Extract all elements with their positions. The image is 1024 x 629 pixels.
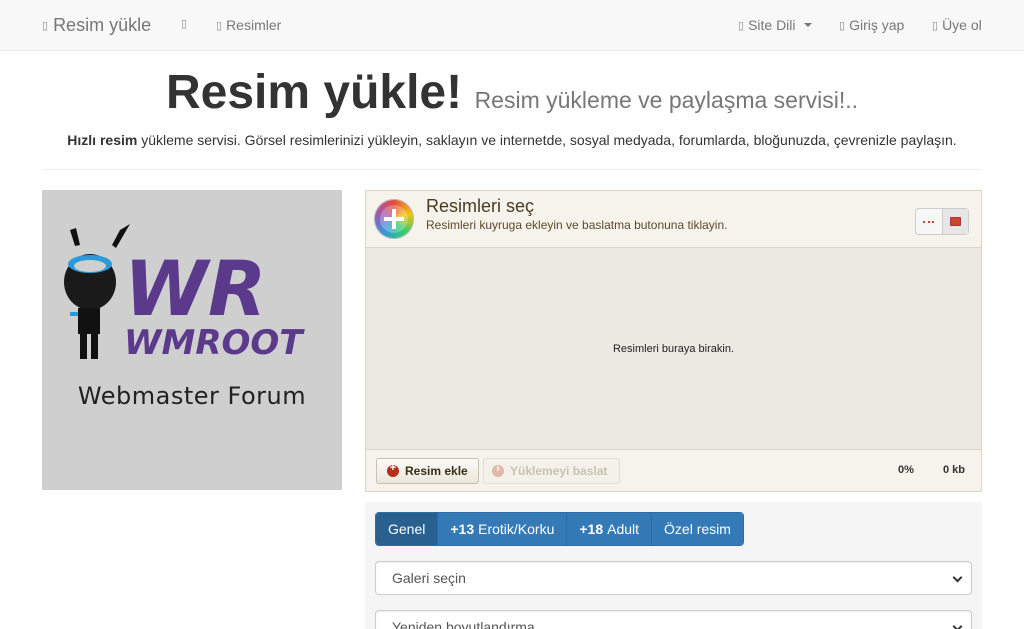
category-adult-button[interactable]: +18 Adult (566, 513, 652, 545)
login-link[interactable]: ▯ Giriş yap (839, 17, 904, 33)
upload-size: 0 kb (943, 464, 966, 476)
category-erotic-horror-label: Erotik/Korku (478, 521, 555, 537)
add-image-button[interactable]: Resim ekle (376, 458, 479, 484)
divider (42, 169, 982, 170)
list-icon (923, 220, 935, 223)
chevron-down-icon (952, 572, 963, 583)
add-images-icon[interactable] (374, 199, 414, 239)
upload-progress: 0% (898, 464, 914, 476)
globe-icon: ▯ (738, 19, 745, 32)
picture-icon: ▯ (42, 20, 49, 32)
site-logo-banner: WR WMROOT Webmaster Forum (42, 190, 342, 490)
logo-letters-bottom: WMROOT (124, 323, 305, 363)
chevron-down-icon (952, 621, 963, 629)
resize-select[interactable]: Yeniden boyutlandırma (375, 610, 972, 629)
user-icon: ▯ (932, 19, 939, 32)
site-language-dropdown[interactable]: ▯ Site Dili (738, 17, 812, 33)
gallery-select-value: Galeri seçin (392, 570, 466, 586)
category-button-group: Genel +13 Erotik/Korku +18 Adult Özel re… (375, 512, 744, 546)
gallery-select[interactable]: Galeri seçin (375, 561, 972, 595)
drop-zone[interactable]: Resimleri buraya birakin. (366, 248, 981, 449)
brand-label: Resim yükle (53, 15, 152, 35)
tagline: Hızlı resim yükleme servisi. Görsel resi… (0, 132, 1024, 148)
logo-caption: Webmaster Forum (77, 382, 307, 410)
category-age-badge: +18 (579, 521, 604, 537)
category-private-label: Özel resim (664, 521, 731, 537)
tagline-bold: Hızlı resim (67, 132, 138, 148)
login-label: Giriş yap (849, 17, 905, 33)
upload-header: Resimleri seç Resimleri kuyruga ekleyin … (366, 191, 981, 248)
category-general-label: Genel (388, 521, 426, 537)
register-label: Üye ol (942, 17, 982, 33)
upload-title: Resimleri seç (426, 196, 535, 216)
start-upload-button[interactable]: Yüklemeyi baslat (483, 458, 621, 484)
site-language-label: Site Dili (748, 17, 796, 33)
top-navbar: ▯ Resim yükle ▯ ▯ Resimler ▯ Site Dili ▯… (0, 0, 1024, 51)
image-icon (949, 217, 961, 226)
view-toggle (915, 208, 969, 235)
upload-footer: Resim ekle Yüklemeyi baslat 0% 0 kb (366, 449, 981, 491)
category-private-button[interactable]: Özel resim (651, 513, 743, 545)
logo-letters-top: WR (124, 244, 266, 333)
nav-images-label: Resimler (226, 17, 282, 33)
upload-options-panel: Genel +13 Erotik/Korku +18 Adult Özel re… (365, 502, 982, 629)
nav-images-link[interactable]: ▯ Resimler (216, 17, 281, 33)
brand-link[interactable]: ▯ Resim yükle (42, 15, 151, 36)
resize-select-value: Yeniden boyutlandırma (392, 619, 535, 629)
missing-glyph-icon: ▯ (181, 18, 188, 30)
images-icon: ▯ (216, 19, 223, 32)
upload-subtitle: Resimleri kuyruga ekleyin ve baslatma bu… (426, 218, 728, 232)
add-image-label: Resim ekle (405, 464, 468, 478)
start-upload-label: Yüklemeyi baslat (510, 464, 608, 478)
category-erotic-horror-button[interactable]: +13 Erotik/Korku (437, 513, 567, 545)
thumbnail-view-button[interactable] (941, 209, 968, 234)
category-age-badge: +13 (450, 521, 475, 537)
plus-circle-icon (387, 462, 399, 477)
tagline-text: yükleme servisi. Görsel resimlerinizi yü… (137, 132, 957, 148)
nav-icon-link[interactable]: ▯ (181, 17, 187, 30)
caret-down-icon (803, 23, 812, 27)
arrow-circle-icon (492, 461, 504, 477)
category-general-button[interactable]: Genel (376, 513, 438, 545)
list-view-button[interactable] (916, 209, 942, 234)
page-subtitle: Resim yükleme ve paylaşma servisi!.. (474, 87, 859, 113)
register-link[interactable]: ▯ Üye ol (932, 17, 982, 33)
login-icon: ▯ (839, 19, 846, 32)
wmroot-logo-icon: WR WMROOT (64, 224, 305, 363)
drop-zone-text: Resimleri buraya birakin. (612, 342, 735, 355)
page-header: Resim yükle! Resim yükleme ve paylaşma s… (0, 65, 1024, 120)
page-title: Resim yükle! (165, 66, 463, 119)
category-adult-label: Adult (607, 521, 640, 537)
upload-widget: Resimleri seç Resimleri kuyruga ekleyin … (365, 190, 982, 492)
